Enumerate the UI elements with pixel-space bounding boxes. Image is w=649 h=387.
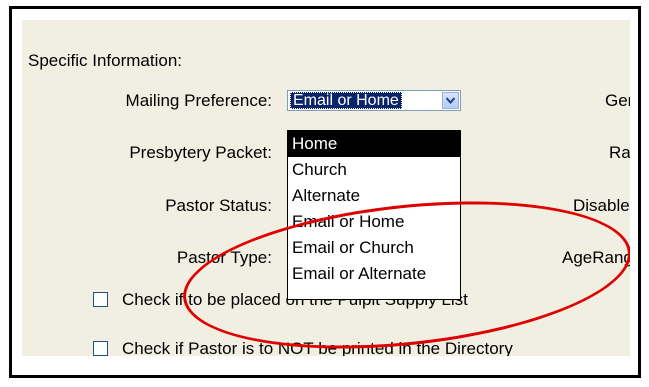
chevron-down-icon[interactable]	[442, 92, 459, 109]
pulpit-supply-checkbox[interactable]	[93, 292, 108, 307]
directory-exclude-checkbox[interactable]	[93, 341, 108, 356]
pastor-type-label: Pastor Type:	[176, 248, 272, 267]
mailing-preference-value: Email or Home	[290, 92, 402, 109]
dropdown-option-church[interactable]: Church	[288, 157, 460, 183]
dropdown-option-email-or-church[interactable]: Email or Church	[288, 235, 460, 261]
dropdown-option-email-or-alternate[interactable]: Email or Alternate	[288, 261, 460, 287]
mailing-preference-dropdown: Home Church Alternate Email or Home Emai…	[287, 130, 461, 300]
dropdown-option-alternate[interactable]: Alternate	[288, 183, 460, 209]
mailing-preference-select[interactable]: Email or Home	[287, 90, 461, 111]
specific-information-panel: Specific Information: Mailing Preference…	[22, 20, 630, 356]
race-label: Race	[609, 143, 630, 162]
pastor-status-label: Pastor Status:	[165, 196, 272, 215]
section-title: Specific Information:	[28, 51, 183, 70]
disabled-label: Disabled	[573, 196, 630, 215]
age-range-label: AgeRange	[562, 248, 630, 267]
presbytery-packet-label: Presbytery Packet:	[129, 143, 272, 162]
mailing-preference-label: Mailing Preference:	[125, 91, 272, 110]
dropdown-option-email-or-home[interactable]: Email or Home	[288, 209, 460, 235]
directory-exclude-label: Check if Pastor is to NOT be printed in …	[122, 339, 513, 356]
gender-label: Gende	[605, 91, 630, 110]
dropdown-option-home[interactable]: Home	[288, 131, 460, 157]
